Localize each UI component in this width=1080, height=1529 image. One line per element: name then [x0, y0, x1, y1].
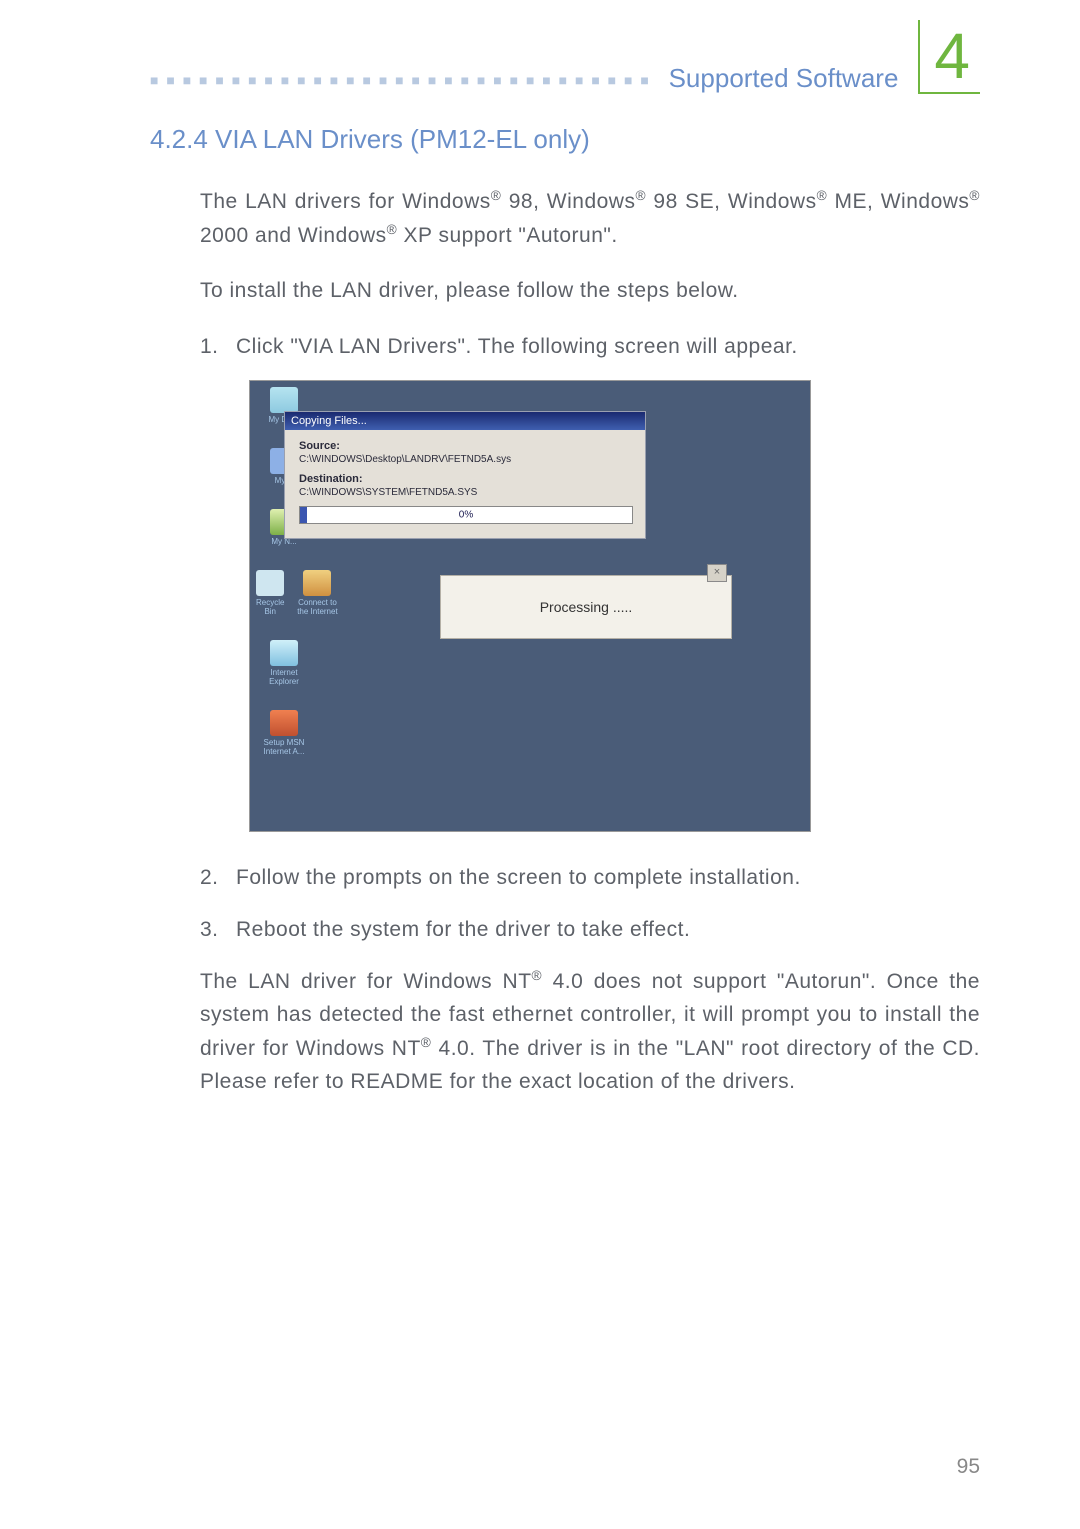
- installer-screenshot: My Docs My C My N... Recycle Bin Connect…: [250, 381, 810, 831]
- desktop-icon-ie: Internet Explorer: [256, 640, 312, 686]
- close-icon: ×: [707, 564, 727, 582]
- note-paragraph: The LAN driver for Windows NT® 4.0 does …: [200, 965, 980, 1099]
- step-number: 2.: [200, 861, 222, 895]
- header-dots: ■ ■ ■ ■ ■ ■ ■ ■ ■ ■ ■ ■ ■ ■ ■ ■ ■ ■ ■ ■ …: [150, 72, 657, 94]
- chapter-number: 4: [918, 20, 980, 94]
- page-number: 95: [957, 1455, 980, 1479]
- intro-paragraph-2: To install the LAN driver, please follow…: [200, 274, 980, 308]
- icon-label: Setup MSN Internet A...: [256, 738, 312, 756]
- icon-label: Connect to the Internet: [292, 598, 342, 616]
- intro-paragraph-1: The LAN drivers for Windows® 98, Windows…: [200, 185, 980, 252]
- header-section-title: Supported Software: [669, 63, 899, 94]
- text-run: 98, Windows: [501, 190, 635, 213]
- step-text: Click "VIA LAN Drivers". The following s…: [236, 330, 798, 364]
- processing-dialog: × Processing .....: [440, 575, 732, 639]
- text-run: ME, Windows: [827, 190, 969, 213]
- section-title: 4.2.4 VIA LAN Drivers (PM12-EL only): [150, 124, 980, 155]
- document-icon: [270, 387, 298, 413]
- registered-symbol: ®: [635, 188, 646, 203]
- text-run: The LAN driver for Windows NT: [200, 970, 532, 993]
- step-text: Reboot the system for the driver to take…: [236, 913, 690, 947]
- source-label: Source:: [299, 440, 631, 452]
- icon-label: Recycle Bin: [256, 598, 284, 616]
- icon-label: Internet Explorer: [256, 668, 312, 686]
- step-2: 2. Follow the prompts on the screen to c…: [200, 861, 980, 895]
- registered-symbol: ®: [421, 1035, 432, 1050]
- connect-icon: [303, 570, 331, 596]
- msn-icon: [270, 710, 298, 736]
- processing-text: Processing .....: [540, 599, 633, 615]
- registered-symbol: ®: [491, 188, 502, 203]
- progress-bar: 0%: [299, 506, 633, 524]
- text-run: 98 SE, Windows: [646, 190, 817, 213]
- recycle-bin-icon: [256, 570, 284, 596]
- desktop-icon-row: Recycle Bin Connect to the Internet: [256, 570, 312, 616]
- registered-symbol: ®: [387, 222, 398, 237]
- progress-percent: 0%: [459, 510, 473, 521]
- text-run: The LAN drivers for Windows: [200, 190, 491, 213]
- step-3: 3. Reboot the system for the driver to t…: [200, 913, 980, 947]
- step-1: 1. Click "VIA LAN Drivers". The followin…: [200, 330, 980, 364]
- registered-symbol: ®: [817, 188, 828, 203]
- progress-fill: [300, 507, 307, 523]
- destination-path: C:\WINDOWS\SYSTEM\FETND5A.SYS: [299, 487, 631, 498]
- dialog-titlebar: Copying Files...: [285, 412, 645, 430]
- destination-label: Destination:: [299, 473, 631, 485]
- desktop-icon-msn: Setup MSN Internet A...: [256, 710, 312, 756]
- copying-files-dialog: Copying Files... Source: C:\WINDOWS\Desk…: [284, 411, 646, 539]
- registered-symbol: ®: [532, 968, 543, 983]
- step-number: 1.: [200, 330, 222, 364]
- text-run: 2000 and Windows: [200, 224, 387, 247]
- ie-icon: [270, 640, 298, 666]
- registered-symbol: ®: [969, 188, 980, 203]
- text-run: XP support "Autorun".: [397, 224, 617, 247]
- step-text: Follow the prompts on the screen to comp…: [236, 861, 801, 895]
- step-number: 3.: [200, 913, 222, 947]
- source-path: C:\WINDOWS\Desktop\LANDRV\FETND5A.sys: [299, 454, 631, 465]
